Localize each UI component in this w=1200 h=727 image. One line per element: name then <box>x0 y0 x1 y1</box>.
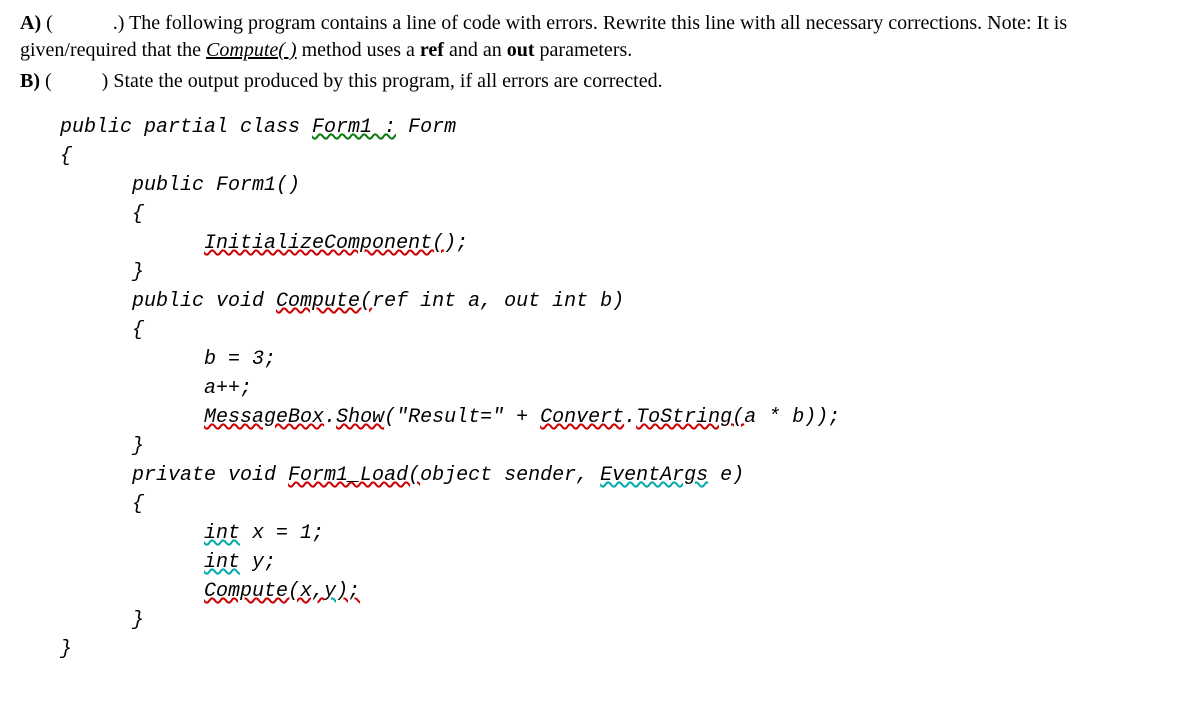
label-a: A) <box>20 12 41 34</box>
code-l11g: . <box>624 406 636 429</box>
code-l2: { <box>60 145 72 168</box>
code-l15b: int <box>204 522 240 545</box>
code-block: public partial class Form1 : Form { publ… <box>60 113 1180 664</box>
code-l11c: . <box>324 406 336 429</box>
code-l7b: Compute( <box>276 290 372 313</box>
code-l13e: e) <box>708 464 744 487</box>
code-l15c: x = 1; <box>240 522 324 545</box>
code-l11i: a * b)); <box>744 406 840 429</box>
code-l11e: ("Result=" + <box>384 406 540 429</box>
code-l1b: Form1 : <box>312 116 396 139</box>
code-l9: b = 3; <box>60 348 276 371</box>
code-l5b: InitializeComponent( <box>204 232 444 255</box>
code-l6: } <box>60 261 144 284</box>
code-l5a <box>60 232 204 255</box>
code-l13c: object sender, <box>420 464 600 487</box>
code-l14: { <box>60 493 144 516</box>
code-l17b: Compute(x, <box>204 580 324 603</box>
code-l17d: ); <box>336 580 360 603</box>
code-l11a <box>60 406 204 429</box>
code-l16b: int <box>204 551 240 574</box>
qB-text: ) State the output produced by this prog… <box>102 70 663 92</box>
code-l7c: ref int a, out int b) <box>372 290 624 313</box>
code-l16c: y; <box>240 551 276 574</box>
paren-open-a: ( <box>46 12 53 34</box>
question-a: A) (.) The following program contains a … <box>20 10 1180 64</box>
code-l10: a++; <box>60 377 252 400</box>
code-l18: } <box>60 609 144 632</box>
ref-kw: ref <box>420 39 444 61</box>
code-l3: public Form1() <box>60 174 300 197</box>
code-l17a <box>60 580 204 603</box>
code-l11h: ToString( <box>636 406 744 429</box>
code-l11b: MessageBox <box>204 406 324 429</box>
out-kw: out <box>507 39 535 61</box>
code-l12: } <box>60 435 144 458</box>
code-l15a <box>60 522 204 545</box>
code-l13a: private void <box>60 464 288 487</box>
question-b: B) ( ) State the output produced by this … <box>20 68 1180 95</box>
code-l5c: ); <box>444 232 468 255</box>
code-l7a: public void <box>60 290 276 313</box>
qA-text4: parameters. <box>535 39 633 61</box>
code-l1a: public partial class <box>60 116 312 139</box>
label-b: B) <box>20 70 40 92</box>
code-l16a <box>60 551 204 574</box>
code-l8: { <box>60 319 144 342</box>
code-l11d: Show <box>336 406 384 429</box>
code-l19: } <box>60 638 72 661</box>
code-l13b: Form1_Load( <box>288 464 420 487</box>
compute-ref: Compute( ) <box>206 39 297 61</box>
paren-open-b: ( <box>45 70 52 92</box>
qA-text3: and an <box>444 39 507 61</box>
qA-text2: method uses a <box>297 39 420 61</box>
code-l1c: Form <box>396 116 456 139</box>
code-l4: { <box>60 203 144 226</box>
code-l17c: y <box>324 580 336 603</box>
code-l11f: Convert <box>540 406 624 429</box>
code-l13d: EventArgs <box>600 464 708 487</box>
